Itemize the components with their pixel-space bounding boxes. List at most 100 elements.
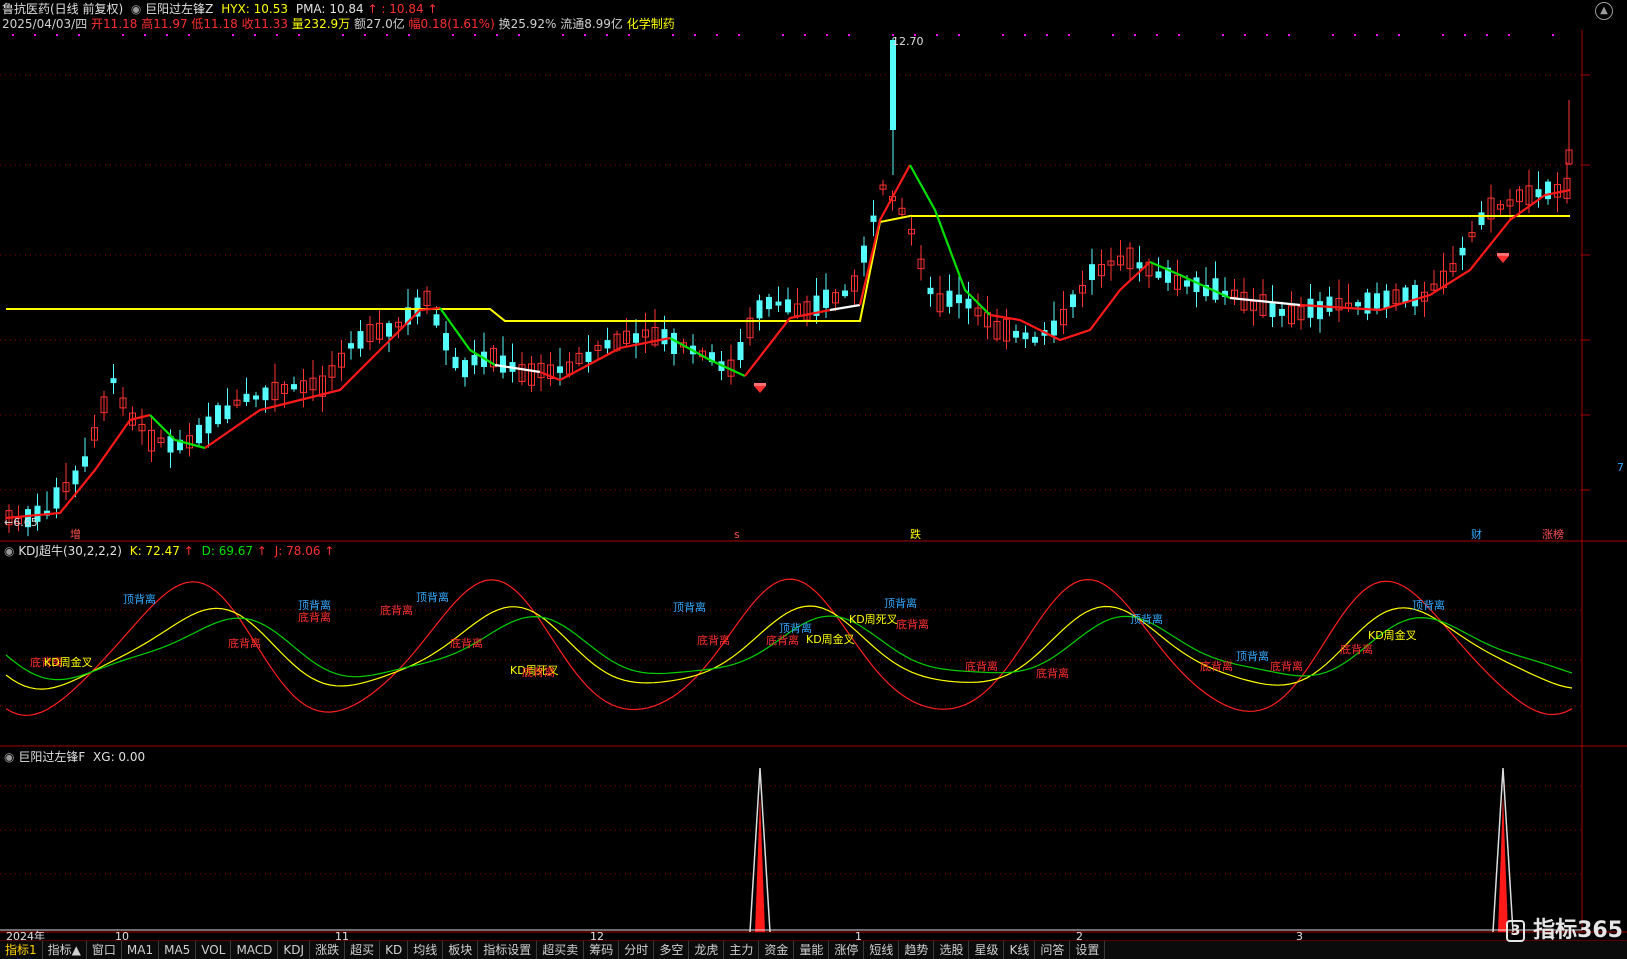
indicator-tab[interactable]: 超买卖 [537, 941, 585, 959]
candle-body-down [110, 378, 117, 384]
indicator-tab[interactable]: 资金 [759, 941, 795, 959]
event-tag-drop[interactable]: 跌 [910, 529, 921, 541]
buy-diamond-icon [754, 386, 766, 393]
price-low-label: ←6.65 [4, 516, 38, 529]
signal-dot [1266, 34, 1268, 36]
signal-dot [276, 34, 278, 36]
signal-dot [1486, 34, 1488, 36]
indicator-tab[interactable]: 短线 [864, 941, 900, 959]
signal-dot [56, 34, 58, 36]
signal-dot [694, 34, 696, 36]
event-tag-increase[interactable]: 增 [70, 529, 81, 541]
signal-dot [144, 34, 146, 36]
signal-dot [804, 34, 806, 36]
signal-dot [1046, 34, 1048, 36]
signal-dot [1068, 34, 1070, 36]
signal-dots [12, 34, 1554, 36]
peak-candle-body [890, 40, 896, 130]
signal-dot [1376, 34, 1378, 36]
indicator-tab[interactable]: 涨跌 [310, 941, 346, 959]
candle-body-down [1051, 320, 1057, 336]
indicator-tab-bar: 指标1 指标▲ 窗口 MA1 MA5 VOL MACD KDJ 涨跌 超买 KD 均线 板块 指标设置 超买… [0, 940, 1627, 959]
indicator-tab[interactable]: MA1 [122, 941, 160, 959]
indicator-tab[interactable]: 龙虎 [689, 941, 725, 959]
candle-body-down [243, 393, 250, 402]
candle-body-down [224, 405, 231, 420]
indicator-tab[interactable]: 板块 [443, 941, 479, 959]
candle-body-down [1478, 212, 1485, 225]
indicator-tab[interactable]: 指标1 [0, 941, 43, 959]
kdj-annotation: 底背离 [228, 637, 261, 650]
indicator-tab[interactable]: 指标设置 [478, 941, 538, 959]
stock-chart-canvas[interactable] [0, 0, 1627, 958]
indicator-tab[interactable]: K线 [1004, 941, 1036, 959]
signal-dot [1134, 34, 1136, 36]
logo-text: 指标365 [1533, 918, 1623, 943]
indicator-tab[interactable]: MACD [231, 941, 279, 959]
kdj-j-label: J: 78.06 [274, 544, 321, 558]
event-tag-finance[interactable]: 财 [1471, 529, 1482, 541]
candle-body-down [471, 355, 478, 366]
indicator-tab[interactable]: 设置 [1070, 941, 1106, 959]
candle-body-down [443, 333, 449, 351]
indicator-tab[interactable]: 窗口 [87, 941, 122, 959]
indicator-tab[interactable]: MA5 [159, 941, 197, 959]
signal-dot [738, 34, 740, 36]
event-tag-s[interactable]: s [734, 529, 740, 541]
signal-dot [298, 34, 300, 36]
indicator-tab[interactable]: 涨停 [829, 941, 865, 959]
kdj-annotation: 顶背离 [673, 601, 706, 614]
event-tag-limit-up-list[interactable]: 涨榜 [1542, 529, 1564, 541]
brand-logo: 3 指标365 [1505, 912, 1623, 944]
signal-dot [1508, 34, 1510, 36]
candle-body-down [205, 416, 212, 434]
indicator-tab[interactable]: 主力 [724, 941, 760, 959]
candle-body-down [196, 424, 202, 444]
kdj-annotation: KD周金叉 [44, 656, 93, 669]
indicator-tab[interactable]: VOL [196, 941, 232, 959]
indicator-tab[interactable]: 筹码 [584, 941, 620, 959]
signal-dot [254, 34, 256, 36]
kdj-name[interactable]: KDJ超牛(30,2,2,2) [18, 544, 122, 558]
candle-body-down [82, 456, 88, 467]
signal-dot [1398, 34, 1400, 36]
indicator-tab[interactable]: KDJ [278, 941, 311, 959]
indicator-tab[interactable]: 选股 [934, 941, 970, 959]
signal-panel-header: ◉ 巨阳过左锋F XG: 0.00 [4, 750, 145, 764]
kdj-annotation: 底背离 [1340, 643, 1373, 656]
indicator-tab[interactable]: 趋势 [899, 941, 935, 959]
indicator-tab[interactable]: KD [380, 941, 409, 959]
kdj-annotation: 底背离 [965, 660, 998, 673]
indicator-tab[interactable]: 指标▲ [43, 941, 87, 959]
candle-body-down [386, 323, 392, 337]
chart-grid [0, 30, 1627, 933]
indicator-tab[interactable]: 量能 [794, 941, 830, 959]
signal-dot [342, 34, 344, 36]
candle-body-down [452, 356, 459, 369]
indicator-tab[interactable]: 多空 [654, 941, 690, 959]
kdj-annotation: 底背离 [298, 611, 331, 624]
candle-body-down [1184, 280, 1190, 287]
candle-body-down [1013, 330, 1019, 338]
indicator-tab[interactable]: 分时 [619, 941, 655, 959]
signal-dot [848, 34, 850, 36]
signal-dot [584, 34, 586, 36]
signal-dot [452, 34, 454, 36]
signal-dot [1354, 34, 1356, 36]
xg-signal-spikes [0, 767, 1582, 933]
kdj-annotation: 底背离 [450, 637, 483, 650]
indicator-tab[interactable]: 星级 [969, 941, 1005, 959]
signal-dot [1442, 34, 1444, 36]
signal-dot [1288, 34, 1290, 36]
indicator-tab[interactable]: 问答 [1035, 941, 1071, 959]
signal-dot [1244, 34, 1246, 36]
kdj-annotation: 顶背离 [1236, 650, 1269, 663]
candle-body-down [1364, 292, 1371, 314]
signal-panel-name[interactable]: 巨阳过左锋F [18, 750, 85, 764]
candle-body-down [756, 300, 763, 319]
signal-dot [1552, 34, 1554, 36]
indicator-tab[interactable]: 均线 [408, 941, 444, 959]
candle-body-down [842, 290, 848, 297]
candle-body-down [1383, 290, 1390, 309]
indicator-tab[interactable]: 超买 [345, 941, 381, 959]
